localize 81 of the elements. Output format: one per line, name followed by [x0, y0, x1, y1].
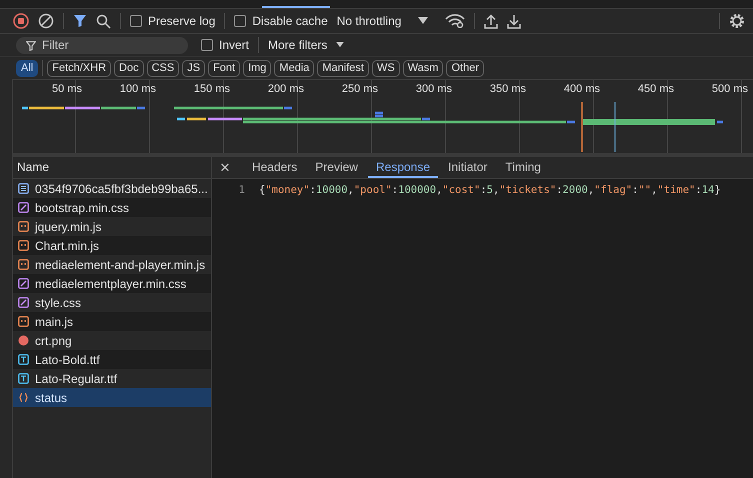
font-file-icon [18, 373, 29, 384]
type-filter-chip[interactable]: Fetch/XHR [47, 60, 112, 76]
request-name: status [35, 390, 68, 404]
record-stop-icon[interactable] [13, 13, 29, 29]
dropdown-caret-icon[interactable] [336, 42, 344, 48]
request-name: jquery.min.js [35, 220, 102, 234]
type-filter-chip[interactable]: Font [208, 60, 240, 76]
timeline-tick-label: 250 ms [340, 83, 379, 95]
request-name: Lato-Regular.ttf [35, 372, 118, 386]
disable-cache-checkbox[interactable] [234, 15, 246, 27]
request-name: mediaelementplayer.min.css [35, 276, 186, 290]
network-conditions-icon[interactable] [445, 14, 466, 28]
search-icon[interactable] [96, 14, 111, 28]
timeline-tick-label: 100 ms [118, 83, 157, 95]
response-code-line: {"money":10000,"pool":100000,"cost":5,"tickets":2000,"flag":"","time":14} [259, 184, 721, 196]
request-name: mediaelement-and-player.min.js [35, 258, 206, 272]
close-button[interactable]: × [220, 157, 238, 178]
more-filters-dropdown[interactable]: More filters [268, 38, 328, 52]
doc-file-icon [18, 183, 29, 194]
detail-tab[interactable]: Headers [244, 157, 306, 178]
timeline-tick-label: 400 ms [562, 83, 601, 95]
dropdown-caret-icon[interactable] [418, 17, 428, 25]
request-name: style.css [35, 296, 82, 310]
request-row[interactable]: status [13, 388, 211, 407]
throttling-dropdown[interactable]: No throttling [336, 14, 402, 28]
type-filter-chip[interactable]: WS [372, 60, 400, 76]
timeline-tick-label: 450 ms [636, 83, 675, 95]
type-filter-chip[interactable]: CSS [146, 60, 180, 76]
timeline-tick-label: 500 ms [710, 83, 749, 95]
request-name: crt.png [35, 334, 72, 348]
request-name: Lato-Bold.ttf [35, 352, 100, 366]
detail-tab[interactable]: Preview [307, 157, 366, 178]
request-row[interactable]: Chart.min.js [13, 236, 211, 255]
type-filter-chip[interactable]: JS [182, 60, 206, 76]
settings-icon[interactable] [729, 13, 745, 29]
upload-icon[interactable] [484, 14, 498, 28]
font-file-icon [18, 354, 29, 365]
js-file-icon [18, 316, 29, 327]
preserve-log-label: Preserve log [148, 14, 216, 28]
js-file-icon [18, 240, 29, 251]
type-filter-chip[interactable]: Img [243, 60, 272, 76]
js-file-icon [18, 259, 29, 270]
disable-cache-label: Disable cache [252, 14, 328, 28]
preserve-log-checkbox[interactable] [130, 15, 142, 27]
type-filter-chip[interactable]: Wasm [402, 60, 444, 76]
type-filter-chip[interactable]: Other [446, 60, 484, 76]
css-file-icon [18, 202, 29, 213]
css-file-icon [18, 278, 29, 289]
request-name: main.js [35, 314, 74, 328]
request-row[interactable]: main.js [13, 312, 211, 331]
type-filter-chip[interactable]: Doc [114, 60, 144, 76]
invert-checkbox[interactable] [201, 39, 213, 51]
request-row[interactable]: mediaelementplayer.min.css [13, 274, 211, 293]
line-number: 1 [238, 184, 246, 196]
filter-icon[interactable] [73, 14, 87, 28]
active-tab-indicator [262, 6, 330, 8]
filter-icon [26, 40, 36, 50]
timeline-tick-label: 200 ms [266, 83, 305, 95]
image-file-icon [18, 335, 29, 346]
timeline-tick-label: 50 ms [51, 83, 83, 95]
type-filter-chip[interactable]: Manifest [317, 60, 369, 76]
type-filter-chip[interactable]: All [16, 60, 38, 76]
request-row[interactable]: Lato-Bold.ttf [13, 350, 211, 369]
download-icon[interactable] [507, 14, 522, 28]
request-name: bootstrap.min.css [35, 200, 130, 214]
clear-icon[interactable] [38, 13, 54, 29]
detail-tab[interactable]: Initiator [440, 157, 496, 178]
timeline-tick-label: 300 ms [414, 83, 453, 95]
request-name: 0354f9706ca5fbf3bdeb99ba65... [35, 182, 208, 196]
js-file-icon [18, 221, 29, 232]
timeline-tick-label: 150 ms [192, 83, 231, 95]
fetch-file-icon [18, 392, 29, 403]
css-file-icon [18, 297, 29, 308]
type-filter-chip[interactable]: Media [274, 60, 314, 76]
request-row[interactable]: bootstrap.min.css [13, 198, 211, 217]
detail-tab[interactable]: Timing [497, 157, 549, 178]
timeline-tick-label: 350 ms [488, 83, 527, 95]
filter-field[interactable]: Filter [16, 36, 188, 54]
request-name: Chart.min.js [35, 238, 100, 252]
invert-label: Invert [219, 38, 250, 52]
detail-tab[interactable]: Response [368, 157, 438, 178]
